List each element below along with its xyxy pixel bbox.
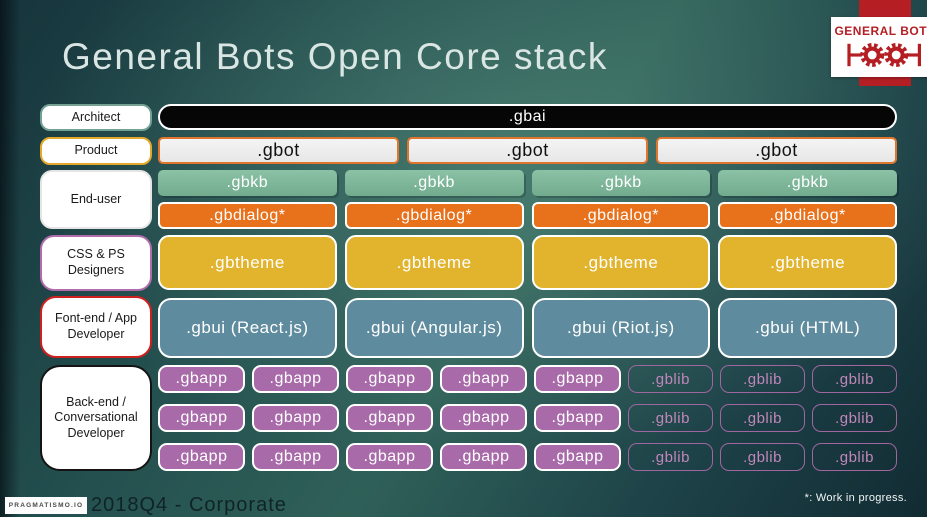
role-label-frontend-app-developer: Font-end / App Developer xyxy=(40,296,152,358)
slide-footer-label: 2018Q4 - Corporate xyxy=(91,494,287,516)
gbapp-box: .gbapp xyxy=(534,443,621,471)
gbkb-box: .gbkb xyxy=(718,170,897,196)
dev-row-3: .gbapp .gbapp .gbapp .gbapp .gbapp .gbli… xyxy=(158,443,897,471)
work-in-progress-note: *: Work in progress. xyxy=(804,492,907,504)
gbapp-box: .gbapp xyxy=(252,365,339,393)
gblib-box: .gblib xyxy=(812,365,897,393)
gbapp-box: .gbapp xyxy=(158,404,245,432)
role-label-backend-conversational-developer: Back-end / Conversational Developer xyxy=(40,365,152,471)
gbapp-box: .gbapp xyxy=(252,404,339,432)
slide: General Bots Open Core stack GENERAL BOT… xyxy=(0,0,927,517)
gbdialog-box: .gbdialog* xyxy=(158,202,337,229)
gbkb-box: .gbkb xyxy=(158,170,337,196)
gbkb-box: .gbkb xyxy=(344,170,524,196)
gblib-box: .gblib xyxy=(628,443,713,471)
gbui-riot-box: .gbui (Riot.js) xyxy=(531,298,711,358)
gbdialog-box: .gbdialog* xyxy=(718,202,897,229)
gblib-box: .gblib xyxy=(628,404,713,432)
gbapp-box: .gbapp xyxy=(346,365,433,393)
gbui-react-box: .gbui (React.js) xyxy=(158,298,337,358)
gblib-box: .gblib xyxy=(720,365,805,393)
row-gbui: .gbui (React.js) .gbui (Angular.js) .gbu… xyxy=(158,298,897,358)
gbapp-box: .gbapp xyxy=(440,365,527,393)
role-label-architect: Architect xyxy=(40,104,152,131)
gbapp-box: .gbapp xyxy=(534,365,621,393)
gblib-box: .gblib xyxy=(720,404,805,432)
role-label-product: Product xyxy=(40,137,152,165)
gbot-box: .gbot xyxy=(158,137,399,164)
gbui-angular-box: .gbui (Angular.js) xyxy=(344,298,524,358)
logo-brand-text: GENERAL BOTS xyxy=(834,23,927,38)
pragmatismo-watermark: PRAGMATISMO.IO xyxy=(5,497,87,514)
gblib-box: .gblib xyxy=(628,365,713,393)
gbapp-box: .gbapp xyxy=(158,443,245,471)
gbapp-box: .gbapp xyxy=(440,443,527,471)
gblib-box: .gblib xyxy=(812,443,897,471)
dev-row-2: .gbapp .gbapp .gbapp .gbapp .gbapp .gbli… xyxy=(158,404,897,432)
gbapp-box: .gbapp xyxy=(346,443,433,471)
gblib-box: .gblib xyxy=(720,443,805,471)
role-label-end-user: End-user xyxy=(40,170,152,229)
gbtheme-box: .gbtheme xyxy=(158,235,337,290)
gblib-box: .gblib xyxy=(812,404,897,432)
gbui-html-box: .gbui (HTML) xyxy=(718,298,897,358)
row-gbtheme: .gbtheme .gbtheme .gbtheme .gbtheme xyxy=(158,235,897,290)
gbot-box: .gbot xyxy=(656,137,897,164)
gbapp-box: .gbapp xyxy=(346,404,433,432)
gbot-box: .gbot xyxy=(407,137,648,164)
gbtheme-box: .gbtheme xyxy=(531,235,711,290)
logo-card: GENERAL BOTS xyxy=(831,17,927,77)
general-bots-logo: GENERAL BOTS xyxy=(767,0,927,100)
gbkb-box: .gbkb xyxy=(531,170,711,196)
gbapp-box: .gbapp xyxy=(440,404,527,432)
gears-icon xyxy=(847,42,921,67)
row-gbdialog: .gbdialog* .gbdialog* .gbdialog* .gbdial… xyxy=(158,202,897,229)
gbapp-box: .gbapp xyxy=(534,404,621,432)
row-gbkb: .gbkb .gbkb .gbkb .gbkb xyxy=(158,170,897,196)
gbtheme-box: .gbtheme xyxy=(718,235,897,290)
gbapp-box: .gbapp xyxy=(252,443,339,471)
row-gbot: .gbot .gbot .gbot xyxy=(158,137,897,164)
dev-row-1: .gbapp .gbapp .gbapp .gbapp .gbapp .gbli… xyxy=(158,365,897,393)
gbdialog-box: .gbdialog* xyxy=(344,202,524,229)
role-label-css-ps-designers: CSS & PS Designers xyxy=(40,235,152,291)
gbtheme-box: .gbtheme xyxy=(344,235,524,290)
page-title: General Bots Open Core stack xyxy=(62,36,608,77)
gbdialog-box: .gbdialog* xyxy=(531,202,711,229)
gbapp-box: .gbapp xyxy=(158,365,245,393)
row-gbai: .gbai xyxy=(158,104,897,130)
gbai-box: .gbai xyxy=(158,104,897,130)
